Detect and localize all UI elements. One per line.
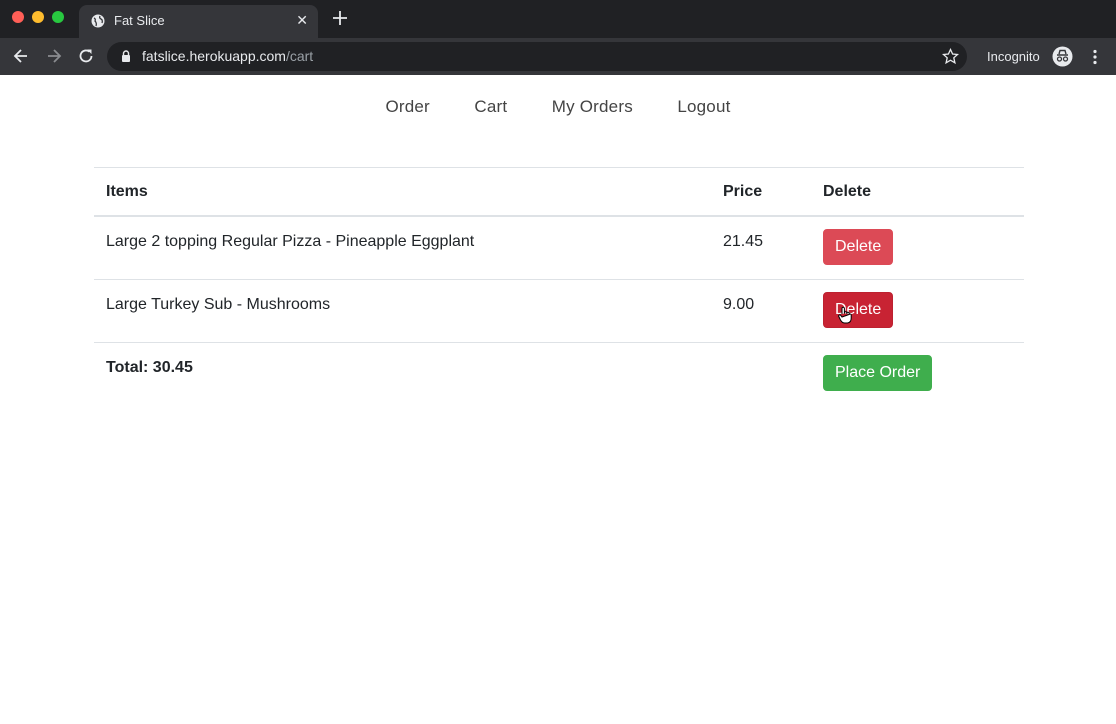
lock-icon: [122, 50, 130, 62]
hand-pointer-cursor-icon: [838, 306, 852, 324]
delete-column-header: Delete: [811, 167, 1024, 217]
cart-table: Items Price Delete Large 2 topping Regul…: [94, 167, 1024, 405]
back-arrow-icon[interactable]: [12, 47, 30, 65]
nav-item-my-orders[interactable]: My Orders: [552, 97, 633, 117]
table-row: Large Turkey Sub - Mushrooms 9.00 Delete: [94, 279, 1024, 343]
item-price: 9.00: [711, 279, 811, 343]
table-row: Large 2 topping Regular Pizza - Pineappl…: [94, 215, 1024, 280]
nav-item-cart[interactable]: Cart: [474, 97, 507, 117]
browser-menu-icon[interactable]: [1086, 48, 1104, 66]
reload-icon[interactable]: [77, 47, 95, 65]
delete-button[interactable]: Delete: [823, 229, 894, 265]
item-name: Large Turkey Sub - Mushrooms: [94, 279, 711, 343]
browser-toolbar: fatslice.herokuapp.com/cart Incognito: [0, 38, 1116, 75]
address-bar[interactable]: fatslice.herokuapp.com/cart: [107, 42, 967, 71]
incognito-icon[interactable]: [1052, 46, 1073, 67]
main-nav: Order Cart My Orders Logout: [0, 97, 1116, 117]
new-tab-icon[interactable]: [331, 9, 349, 27]
url-path: /cart: [285, 48, 314, 64]
close-tab-icon[interactable]: ✕: [296, 12, 308, 28]
items-column-header: Items: [94, 167, 711, 217]
forward-arrow-icon[interactable]: [45, 47, 63, 65]
place-order-button[interactable]: Place Order: [823, 355, 933, 391]
tab-title: Fat Slice: [114, 13, 165, 28]
item-price: 21.45: [711, 215, 811, 280]
cart-total: Total: 30.45: [94, 342, 711, 405]
browser-tab[interactable]: Fat Slice ✕: [79, 5, 318, 38]
page-content: Order Cart My Orders Logout Items Price …: [0, 75, 1116, 724]
price-column-header: Price: [711, 167, 811, 217]
minimize-window-button[interactable]: [32, 11, 44, 23]
total-row: Total: 30.45 Place Order: [94, 342, 1024, 405]
nav-item-logout[interactable]: Logout: [677, 97, 730, 117]
incognito-label: Incognito: [987, 49, 1040, 64]
bookmark-star-icon[interactable]: [942, 48, 959, 65]
table-header-row: Items Price Delete: [94, 167, 1024, 217]
nav-item-order[interactable]: Order: [385, 97, 429, 117]
url-host: fatslice.herokuapp.com: [142, 48, 286, 64]
item-name: Large 2 topping Regular Pizza - Pineappl…: [94, 215, 711, 280]
close-window-button[interactable]: [12, 11, 24, 23]
delete-button[interactable]: Delete: [823, 292, 894, 328]
browser-titlebar: Fat Slice ✕: [0, 0, 1116, 38]
maximize-window-button[interactable]: [52, 11, 64, 23]
globe-icon: [91, 14, 105, 28]
url-text: fatslice.herokuapp.com/cart: [142, 48, 313, 64]
